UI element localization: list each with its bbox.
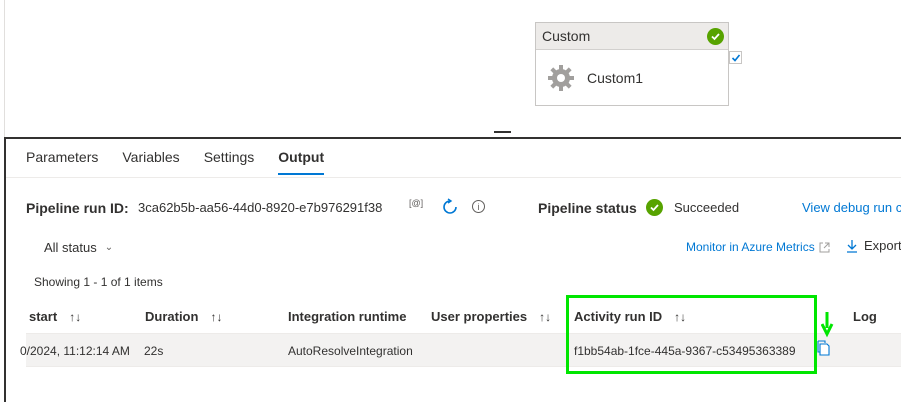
activity-run-id-highlight-box [566,295,817,374]
status-filter-dropdown[interactable]: All status ⌄ [44,240,113,255]
pipeline-canvas: Custom Custom1 [0,0,901,138]
arrow-down-icon [821,312,834,338]
column-log[interactable]: Log [853,309,877,324]
gear-icon [548,65,574,91]
monitor-azure-metrics-link[interactable]: Monitor in Azure Metrics [686,240,830,254]
cell-duration: 22s [144,344,164,358]
chevron-down-icon: ⌄ [104,242,114,253]
copy-run-id-icon[interactable]: [@] [409,198,423,208]
column-duration[interactable]: Duration ↑↓ [145,309,222,324]
activity-header: Custom [536,23,728,50]
column-log-label: Log [853,309,877,324]
column-integration-runtime[interactable]: Integration runtime [288,309,406,324]
column-integration-runtime-label: Integration runtime [288,309,407,324]
panel-splitter-handle[interactable] [494,131,511,133]
panel-tabs: Parameters Variables Settings Output [26,149,325,175]
sort-icon[interactable]: ↑↓ [69,310,81,324]
items-summary: Showing 1 - 1 of 1 items [34,275,163,289]
tab-settings[interactable]: Settings [204,149,255,175]
sort-icon[interactable]: ↑↓ [210,310,222,324]
info-icon[interactable]: i [472,200,485,213]
copy-activity-run-id-icon[interactable] [817,340,831,356]
tab-output[interactable]: Output [278,149,325,175]
monitor-link-label: Monitor in Azure Metrics [686,240,815,254]
column-user-properties-label: User properties [431,309,528,324]
column-user-properties[interactable]: User properties ↑↓ [431,309,551,324]
view-debug-run-link[interactable]: View debug run c [802,200,901,215]
download-icon [847,239,857,253]
pipeline-run-id-label: Pipeline run ID: [26,200,129,216]
column-start[interactable]: start ↑↓ [29,309,81,324]
export-button[interactable]: Export [846,238,901,253]
external-link-icon [819,242,830,252]
activity-type-label: Custom [542,28,591,44]
pipeline-run-id-value: 3ca62b5b-aa56-44d0-8920-e7b976291f38 [138,200,383,215]
pipeline-status-value: Succeeded [674,200,740,215]
export-label: Export [864,238,901,253]
activity-node-custom1[interactable]: Custom Custom1 [535,22,729,106]
cell-start: 0/2024, 11:12:14 AM [20,344,130,358]
cell-integration-runtime: AutoResolveIntegration [288,344,413,358]
status-filter-label: All status [44,240,97,255]
activity-name: Custom1 [587,70,644,86]
column-duration-label: Duration [145,309,199,324]
column-start-label: start [29,309,58,324]
canvas-border [4,0,5,138]
run-info-row: Pipeline run ID: 3ca62b5b-aa56-44d0-8920… [26,198,901,218]
tabs-divider [6,177,901,178]
sort-icon[interactable]: ↑↓ [539,310,551,324]
status-success-icon [646,199,663,216]
success-check-icon [707,28,724,45]
tab-variables[interactable]: Variables [122,149,179,175]
pipeline-status-label: Pipeline status [538,200,637,216]
refresh-icon[interactable] [441,198,459,216]
activity-output-check-icon[interactable] [729,51,742,64]
activity-body: Custom1 [536,50,728,106]
tab-parameters[interactable]: Parameters [26,149,98,175]
